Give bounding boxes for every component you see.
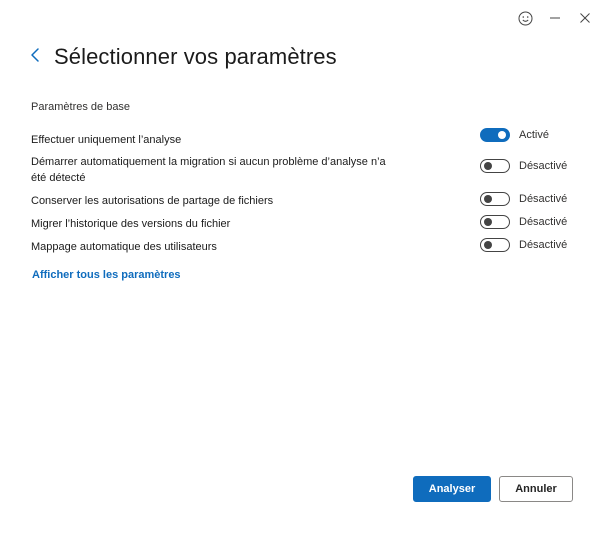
cancel-button[interactable]: Annuler [499,476,573,502]
back-button[interactable] [30,45,44,69]
setting-label: Effectuer uniquement l’analyse [31,134,182,146]
section-label: Paramètres de base [31,101,131,113]
setting-label: Démarrer automatiquement la migration si… [31,156,386,184]
smiley-feedback-icon[interactable] [517,10,533,26]
toggle-status: Désactivé [519,239,568,251]
minimize-icon[interactable] [547,10,563,26]
toggle-user-mapping[interactable] [480,238,510,252]
page-header: Sélectionner vos paramètres [30,44,337,70]
toggle-version-history[interactable] [480,215,510,229]
setting-label: Mappage automatique des utilisateurs [31,241,217,253]
toggle-status: Désactivé [519,193,568,205]
window-controls [517,10,593,26]
toggle-status: Activé [519,129,549,141]
toggle-knob [498,131,506,139]
setting-label: Migrer l’historique des versions du fich… [31,218,231,230]
setting-label: Conserver les autorisations de partage d… [31,195,274,207]
toggle-analysis-only[interactable] [480,128,510,142]
analyze-button[interactable]: Analyser [413,476,491,502]
toggle-status: Désactivé [519,216,568,228]
toggle-status: Désactivé [519,160,568,172]
toggle-sharing-permissions[interactable] [480,192,510,206]
toggle-knob [484,162,492,170]
page-title: Sélectionner vos paramètres [54,44,337,69]
toggle-knob [484,195,492,203]
close-icon[interactable] [577,10,593,26]
toggle-knob [484,241,492,249]
toggle-auto-migrate[interactable] [480,159,510,173]
toggle-knob [484,218,492,226]
show-all-settings-link[interactable]: Afficher tous les paramètres [32,269,181,281]
chevron-left-icon [30,47,40,68]
